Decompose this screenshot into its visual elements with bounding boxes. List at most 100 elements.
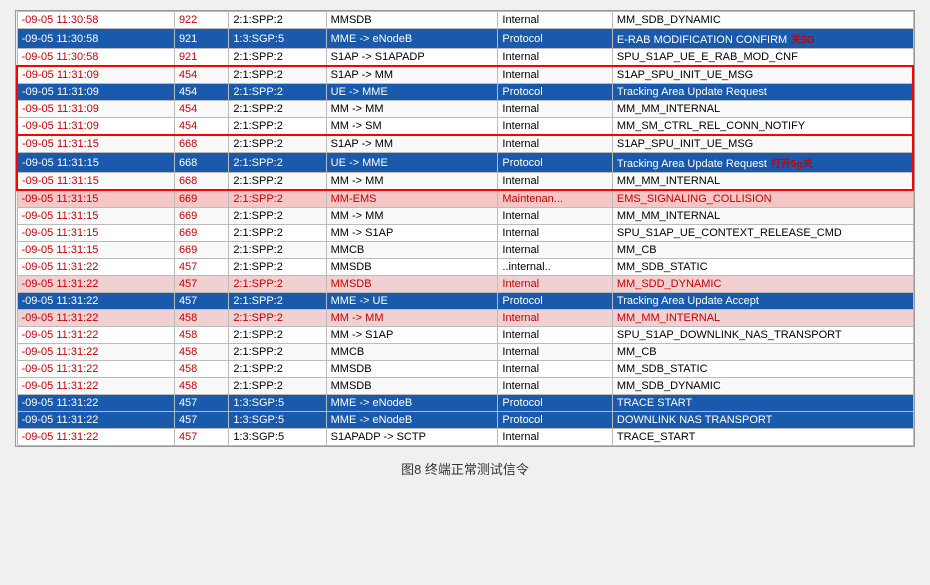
cell-time: -09-05 11:31:15 [17, 173, 174, 191]
annotation-text: 打开5g关 [771, 159, 813, 170]
cell-id: 669 [174, 190, 228, 208]
cell-type: Internal [498, 344, 613, 361]
cell-comp: 2:1:SPP:2 [229, 153, 326, 173]
cell-id: 457 [174, 429, 228, 446]
cell-src: MMSDB [326, 361, 498, 378]
cell-src: S1APADP -> SCTP [326, 429, 498, 446]
cell-msg: MM_SDD_DYNAMIC [612, 276, 913, 293]
cell-type: Protocol [498, 412, 613, 429]
cell-type: Internal [498, 242, 613, 259]
cell-msg: MM_MM_INTERNAL [612, 101, 913, 118]
cell-msg: MM_MM_INTERNAL [612, 208, 913, 225]
cell-id: 458 [174, 344, 228, 361]
cell-time: -09-05 11:31:09 [17, 101, 174, 118]
cell-comp: 2:1:SPP:2 [229, 135, 326, 153]
cell-id: 458 [174, 378, 228, 395]
signal-table-container: -09-05 11:30:589222:1:SPP:2MMSDBInternal… [15, 10, 915, 447]
cell-comp: 2:1:SPP:2 [229, 190, 326, 208]
cell-id: 669 [174, 242, 228, 259]
cell-type: Protocol [498, 84, 613, 101]
cell-comp: 2:1:SPP:2 [229, 327, 326, 344]
cell-comp: 2:1:SPP:2 [229, 344, 326, 361]
table-row: -09-05 11:31:224572:1:SPP:2MMSDB..intern… [17, 259, 913, 276]
cell-time: -09-05 11:31:09 [17, 118, 174, 136]
cell-time: -09-05 11:31:15 [17, 225, 174, 242]
table-row: -09-05 11:31:224572:1:SPP:2MME -> UEProt… [17, 293, 913, 310]
cell-src: MMSDB [326, 259, 498, 276]
cell-time: -09-05 11:31:09 [17, 66, 174, 84]
cell-msg: TRACE_START [612, 429, 913, 446]
cell-msg: MM_SDB_DYNAMIC [612, 12, 913, 29]
cell-src: MM -> S1AP [326, 327, 498, 344]
cell-type: Protocol [498, 293, 613, 310]
table-row: -09-05 11:31:156692:1:SPP:2MM -> S1APInt… [17, 225, 913, 242]
main-wrapper: -09-05 11:30:589222:1:SPP:2MMSDBInternal… [15, 10, 915, 478]
cell-comp: 2:1:SPP:2 [229, 310, 326, 327]
cell-src: MME -> eNodeB [326, 395, 498, 412]
cell-src: S1AP -> S1APADP [326, 49, 498, 67]
cell-comp: 2:1:SPP:2 [229, 49, 326, 67]
cell-time: -09-05 11:31:15 [17, 135, 174, 153]
cell-id: 668 [174, 153, 228, 173]
cell-src: MM -> S1AP [326, 225, 498, 242]
cell-type: Internal [498, 276, 613, 293]
cell-time: -09-05 11:31:22 [17, 378, 174, 395]
cell-time: -09-05 11:31:22 [17, 429, 174, 446]
table-row: -09-05 11:31:094542:1:SPP:2MM -> SMInter… [17, 118, 913, 136]
table-row: -09-05 11:30:589211:3:SGP:5MME -> eNodeB… [17, 29, 913, 49]
cell-id: 454 [174, 101, 228, 118]
cell-type: Internal [498, 429, 613, 446]
table-row: -09-05 11:31:224582:1:SPP:2MMSDBInternal… [17, 361, 913, 378]
cell-type: Internal [498, 310, 613, 327]
cell-id: 457 [174, 259, 228, 276]
cell-type: Internal [498, 101, 613, 118]
cell-id: 922 [174, 12, 228, 29]
cell-comp: 2:1:SPP:2 [229, 12, 326, 29]
table-row: -09-05 11:30:589212:1:SPP:2S1AP -> S1APA… [17, 49, 913, 67]
cell-time: -09-05 11:31:15 [17, 242, 174, 259]
cell-src: MMSDB [326, 12, 498, 29]
cell-comp: 1:3:SGP:5 [229, 412, 326, 429]
cell-msg: Tracking Area Update Request [612, 84, 913, 101]
table-row: -09-05 11:31:224582:1:SPP:2MMCBInternalM… [17, 344, 913, 361]
cell-msg: DOWNLINK NAS TRANSPORT [612, 412, 913, 429]
table-row: -09-05 11:31:224571:3:SGP:5S1APADP -> SC… [17, 429, 913, 446]
cell-comp: 1:3:SGP:5 [229, 429, 326, 446]
cell-src: MM -> MM [326, 173, 498, 191]
table-row: -09-05 11:31:156692:1:SPP:2MM-EMSMainten… [17, 190, 913, 208]
cell-type: Internal [498, 378, 613, 395]
cell-id: 668 [174, 135, 228, 153]
cell-id: 921 [174, 49, 228, 67]
cell-msg: MM_SDB_DYNAMIC [612, 378, 913, 395]
annotation-text: 关5G [791, 35, 814, 46]
cell-msg: E-RAB MODIFICATION CONFIRM关5G [612, 29, 913, 49]
cell-comp: 1:3:SGP:5 [229, 395, 326, 412]
table-row: -09-05 11:31:156682:1:SPP:2UE -> MMEProt… [17, 153, 913, 173]
cell-id: 921 [174, 29, 228, 49]
table-row: -09-05 11:30:589222:1:SPP:2MMSDBInternal… [17, 12, 913, 29]
table-row: -09-05 11:31:156692:1:SPP:2MMCBInternalM… [17, 242, 913, 259]
table-row: -09-05 11:31:224582:1:SPP:2MMSDBInternal… [17, 378, 913, 395]
cell-msg: TRACE START [612, 395, 913, 412]
table-row: -09-05 11:31:156682:1:SPP:2S1AP -> MMInt… [17, 135, 913, 153]
cell-msg: SPU_S1AP_DOWNLINK_NAS_TRANSPORT [612, 327, 913, 344]
cell-comp: 2:1:SPP:2 [229, 225, 326, 242]
cell-id: 669 [174, 225, 228, 242]
cell-comp: 2:1:SPP:2 [229, 66, 326, 84]
cell-id: 457 [174, 395, 228, 412]
cell-time: -09-05 11:31:22 [17, 344, 174, 361]
cell-msg: MM_CB [612, 344, 913, 361]
cell-time: -09-05 11:31:22 [17, 412, 174, 429]
cell-comp: 2:1:SPP:2 [229, 259, 326, 276]
cell-time: -09-05 11:31:22 [17, 259, 174, 276]
cell-time: -09-05 11:31:22 [17, 361, 174, 378]
cell-src: MM-EMS [326, 190, 498, 208]
cell-type: Internal [498, 49, 613, 67]
cell-id: 457 [174, 293, 228, 310]
cell-type: Protocol [498, 395, 613, 412]
cell-comp: 2:1:SPP:2 [229, 276, 326, 293]
cell-type: Internal [498, 225, 613, 242]
cell-comp: 2:1:SPP:2 [229, 118, 326, 136]
cell-src: MM -> SM [326, 118, 498, 136]
cell-msg: MM_SDB_STATIC [612, 259, 913, 276]
